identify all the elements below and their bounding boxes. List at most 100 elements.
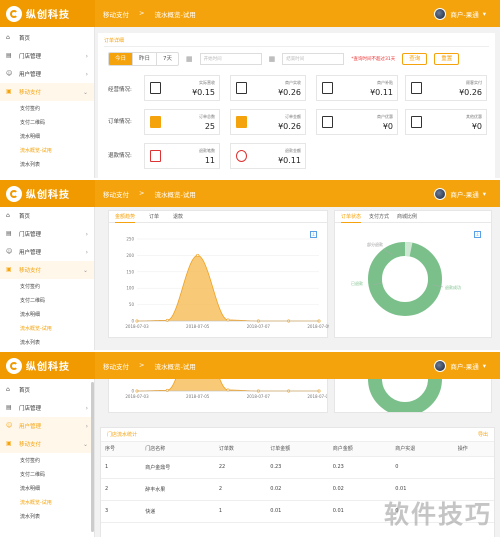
cell: 0.01	[266, 500, 329, 523]
sidebar-scrollbar[interactable]	[91, 382, 94, 532]
breadcrumb-item[interactable]: 移动支付	[103, 9, 129, 19]
breadcrumb-separator: >	[139, 8, 145, 17]
sidebar: ⌂ 首页 ▤ 门店管理 › ☺ 用户管理 › ▣ 移动支付 ⌄ 支付签约 支付二维码 流水明细…	[0, 379, 95, 537]
sidebar-item-stores[interactable]: ▤ 门店管理 ›	[0, 225, 94, 243]
cell: 商户金鼎号	[141, 456, 215, 479]
tab-pay-method[interactable]: 支付方式	[369, 213, 389, 220]
reset-button[interactable]: 重置	[434, 53, 460, 65]
donut-slice-partial	[404, 241, 413, 257]
sidebar-item-mobile-pay[interactable]: ▣ 移动支付 ⌄	[0, 83, 94, 101]
chevron-down-icon: ▾	[482, 361, 486, 370]
breadcrumb-item[interactable]: 移动支付	[103, 189, 129, 199]
col-header: 序号	[101, 442, 142, 457]
tab-orders[interactable]: 订单	[149, 213, 159, 220]
y-tick-label: 250	[126, 237, 134, 242]
brand-name: 纵创科技	[26, 10, 70, 21]
cell: 2	[101, 478, 142, 501]
cell: 0.02	[328, 478, 392, 501]
user-menu[interactable]: 商户-果通 ▾	[434, 7, 486, 20]
segment-7days[interactable]: 7天	[157, 53, 178, 65]
chevron-right-icon: ›	[85, 404, 88, 412]
breadcrumb-item[interactable]: 流水概览-试用	[154, 189, 195, 199]
logo[interactable]: 纵创科技	[0, 352, 95, 379]
tab-refunds[interactable]: 退款	[173, 213, 183, 220]
sidebar-sub-item[interactable]: 支付签约	[0, 101, 94, 115]
segment-today[interactable]: 今日	[109, 53, 134, 65]
table-row[interactable]: 1 商户金鼎号 22 0.23 0.23 0	[101, 456, 494, 479]
brand-name: 纵创科技	[26, 362, 70, 373]
sidebar-sub-item[interactable]: 流水明细	[0, 307, 94, 321]
x-tick-label: 2018-07-03	[125, 394, 149, 399]
cell: 0.23	[266, 456, 329, 479]
sidebar-sub-item-active[interactable]: 流水概览-试用	[0, 321, 94, 335]
sidebar-sub-item[interactable]: 支付签约	[0, 279, 94, 293]
sidebar-sub-item[interactable]: 支付签约	[0, 453, 94, 467]
logo[interactable]: 纵创科技	[0, 180, 95, 207]
user-icon: ☺	[6, 70, 13, 77]
chevron-right-icon: ›	[85, 230, 88, 238]
store-icon: ▤	[6, 52, 12, 59]
cell[interactable]	[453, 456, 494, 479]
cell: 3	[101, 500, 142, 523]
tab-order-status[interactable]: 订单状态	[341, 211, 362, 223]
donut-tabs: 订单状态 支付方式 商城比例	[335, 211, 491, 223]
breadcrumb-item[interactable]: 流水概览-试用	[154, 361, 195, 371]
sidebar-item-users[interactable]: ☺ 用户管理 ›	[0, 243, 94, 261]
cell: 0.23	[328, 456, 392, 479]
chevron-right-icon: ›	[85, 248, 88, 256]
sidebar-sub-item[interactable]: 支付二维码	[0, 115, 94, 129]
sidebar-sub-item[interactable]: 支付二维码	[0, 467, 94, 481]
sidebar-sub-item-active[interactable]: 流水概览-试用	[0, 143, 94, 157]
query-button[interactable]: 查询	[402, 53, 428, 65]
sidebar-item-mobile-pay[interactable]: ▣ 移动支付 ⌄	[0, 435, 94, 453]
stat-card: 实际营收 ¥0.15	[144, 75, 220, 101]
cell: 1	[214, 500, 267, 523]
breadcrumb-item[interactable]: 流水概览-试用	[154, 9, 195, 19]
avatar	[434, 359, 447, 372]
sidebar-item-stores[interactable]: ▤ 门店管理 ›	[0, 47, 94, 65]
sidebar-item-stores[interactable]: ▤ 门店管理 ›	[0, 399, 94, 417]
trend-area-chart: 250 200 150 100 50 02018-07-03 2018-07-05 2018-…	[125, 237, 329, 330]
sidebar-sub-item[interactable]: 流水列表	[0, 335, 94, 349]
x-tick-label: 2018-07-05	[186, 324, 210, 329]
user-menu[interactable]: 商户-果通 ▾	[434, 359, 486, 372]
customer-icon	[411, 82, 422, 94]
sidebar-item-home[interactable]: ⌂ 首页	[0, 207, 94, 225]
sidebar-sub-item[interactable]: 流水明细	[0, 481, 94, 495]
donut-ring	[368, 242, 442, 316]
donut-label: 部分退款	[367, 242, 383, 247]
sidebar-sub-item[interactable]: 支付二维码	[0, 293, 94, 307]
cell: 0.02	[266, 478, 329, 501]
top-header: 纵创科技 移动支付 > 流水概览-试用 商户-果通 ▾	[0, 180, 500, 207]
stat-card: 商户优惠 ¥0	[316, 109, 398, 135]
x-tick-label: 2018-07-05	[186, 394, 210, 399]
chevron-down-icon: ▾	[482, 9, 486, 18]
stat-value: ¥0.11	[278, 156, 301, 165]
sidebar-item-mobile-pay[interactable]: ▣ 移动支付 ⌄	[0, 261, 94, 279]
sidebar-sub-item[interactable]: 流水列表	[0, 509, 94, 523]
tab-amount-trend[interactable]: 金额趋势	[115, 211, 136, 223]
sidebar-item-home[interactable]: ⌂ 首页	[0, 381, 94, 399]
segment-yesterday[interactable]: 昨日	[133, 53, 158, 65]
cell: 2	[214, 478, 267, 501]
data-point[interactable]	[196, 253, 200, 257]
sidebar-sub-item[interactable]: 流水列表	[0, 157, 94, 171]
sidebar-item-home[interactable]: ⌂ 首页	[0, 29, 94, 47]
sidebar-item-users[interactable]: ☺ 用户管理 ›	[0, 417, 94, 435]
breadcrumb-item[interactable]: 移动支付	[103, 361, 129, 371]
screenshot-panel-3: 纵创科技 移动支付 > 流水概览-试用 商户-果通 ▾ ⌂ 首页 ▤ 门店管理 › ☺…	[0, 352, 500, 537]
sidebar-sub-item-active[interactable]: 流水概览-试用	[0, 495, 94, 509]
tab-mall-ratio[interactable]: 商城比例	[397, 213, 417, 220]
sidebar-sub-item[interactable]: 流水明细	[0, 129, 94, 143]
logo-icon	[6, 357, 22, 374]
user-menu[interactable]: 商户-果通 ▾	[434, 187, 486, 200]
sidebar-item-users[interactable]: ☺ 用户管理 ›	[0, 65, 94, 83]
sidebar: ⌂ 首页 ▤ 门店管理 › ☺ 用户管理 › ▣ 移动支付 ⌄ 支付签约 支付二维码 流水明细…	[0, 27, 95, 178]
trend-tabs: 金额趋势 订单 退款	[109, 211, 327, 223]
export-link[interactable]: 导出	[478, 431, 488, 438]
col-header: 操作	[453, 442, 494, 457]
start-date-input[interactable]: 开始时间	[199, 53, 262, 65]
logo[interactable]: 纵创科技	[0, 0, 95, 27]
end-date-input[interactable]: 结束时间	[282, 53, 345, 65]
logo-icon	[6, 5, 22, 22]
